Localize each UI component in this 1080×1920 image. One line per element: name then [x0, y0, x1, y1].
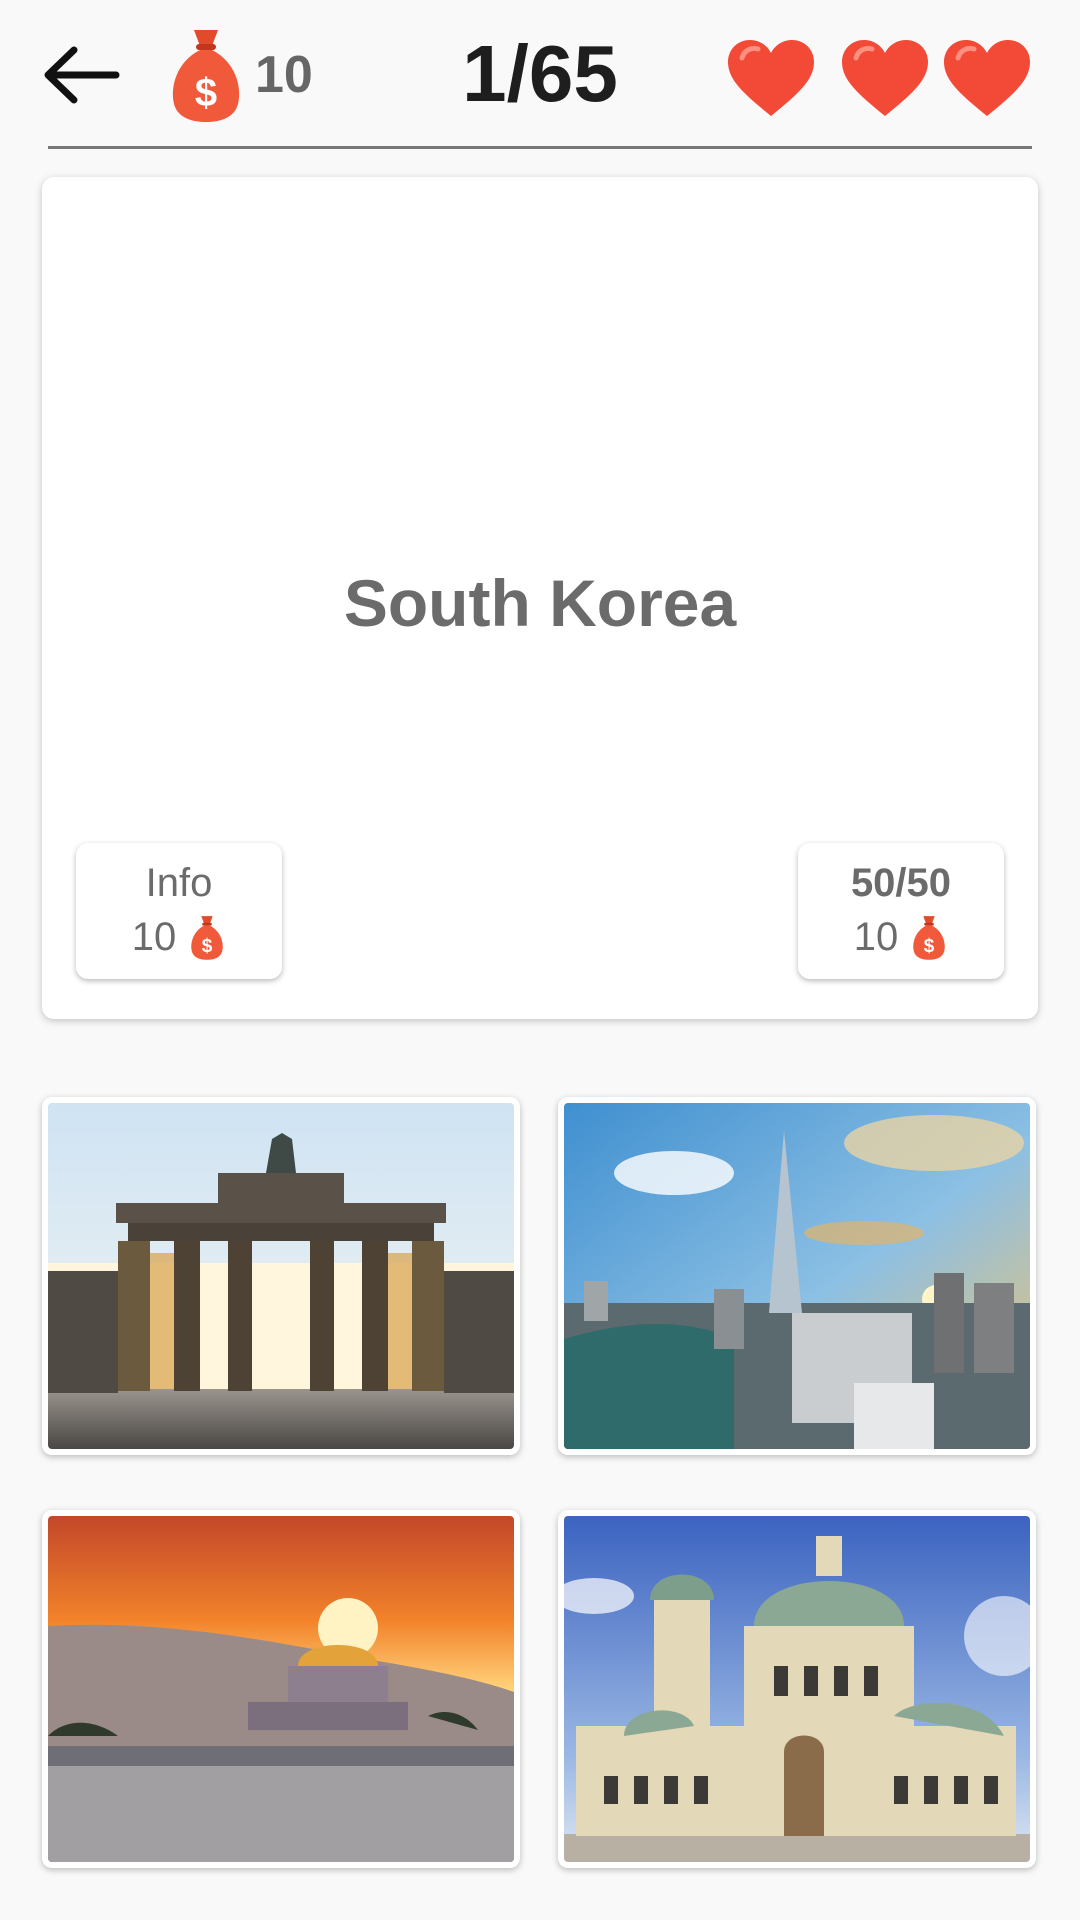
- header-divider: [48, 146, 1032, 149]
- info-joker-label: Info: [145, 861, 213, 905]
- answer-option-jerusalem[interactable]: [42, 1510, 520, 1868]
- answer-option-brandenburg-gate[interactable]: [42, 1097, 520, 1455]
- answer-option-nevsky-cathedral[interactable]: [558, 1510, 1036, 1868]
- brandenburg-gate-photo: [48, 1103, 514, 1449]
- money-bag-icon: [910, 912, 948, 962]
- cathedral-photo: [564, 1516, 1030, 1862]
- fifty-fifty-joker-button[interactable]: 50/50 10: [798, 843, 1004, 979]
- fifty-fifty-joker-label: 50/50: [850, 861, 952, 905]
- money-bag-icon: [188, 912, 226, 962]
- heart-icon: [940, 36, 1034, 120]
- info-joker-button[interactable]: Info 10: [76, 843, 282, 979]
- country-name: South Korea: [343, 566, 737, 640]
- answer-option-seoul-skyline[interactable]: [558, 1097, 1036, 1455]
- seoul-skyline-photo: [564, 1103, 1030, 1449]
- jerusalem-sunset-photo: [48, 1516, 514, 1862]
- info-joker-cost: 10: [131, 914, 177, 959]
- heart-icon: [724, 36, 818, 120]
- question-card: South Korea Info 10 50/50 10: [42, 177, 1038, 1019]
- top-bar: 10 1/65: [0, 0, 1080, 150]
- heart-icon: [838, 36, 932, 120]
- fifty-fifty-joker-cost: 10: [853, 914, 899, 959]
